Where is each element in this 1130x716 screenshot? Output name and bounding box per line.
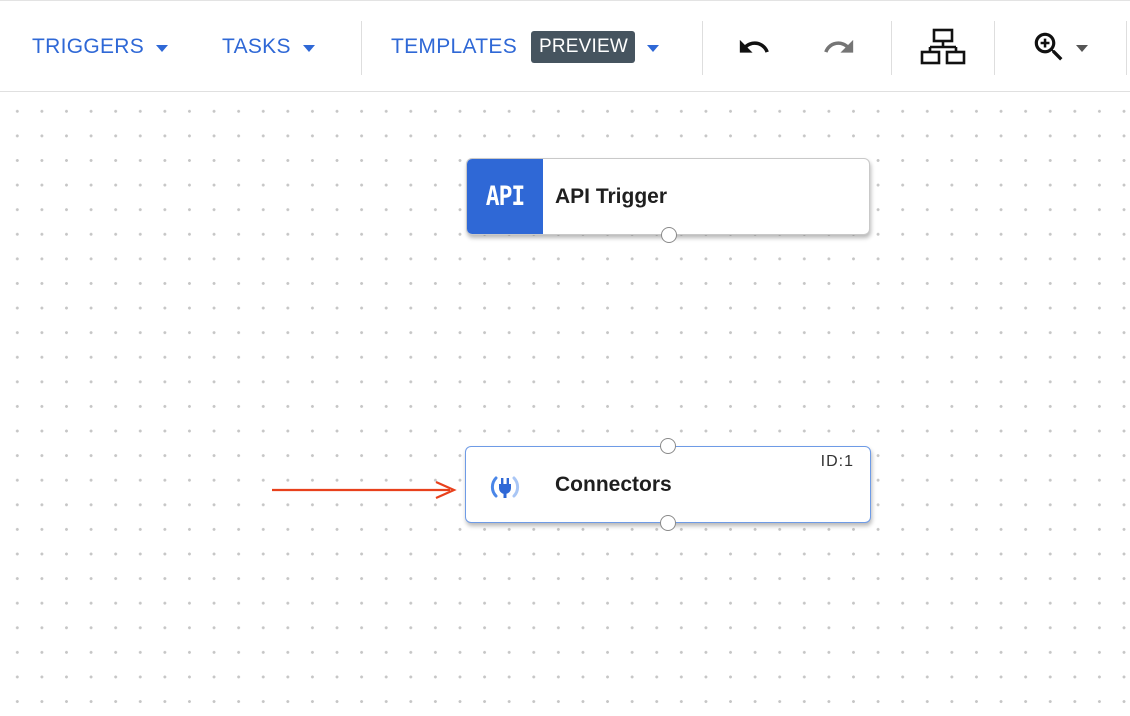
redo-icon xyxy=(824,39,854,53)
node-title: Connectors xyxy=(555,472,672,496)
chevron-down-icon xyxy=(156,44,169,52)
redo-button[interactable] xyxy=(815,1,863,93)
tasks-menu[interactable]: TASKS xyxy=(222,1,315,93)
editor-toolbar: TRIGGERS TASKS TEMPLATES PREVIEW xyxy=(0,0,1130,92)
api-icon: API xyxy=(467,159,543,234)
triggers-label: TRIGGERS xyxy=(32,35,145,58)
templates-label: TEMPLATES xyxy=(391,35,518,58)
undo-icon xyxy=(739,39,769,53)
chevron-down-icon xyxy=(302,44,315,52)
task-id-label: ID:1 xyxy=(820,453,854,470)
connectors-task-node[interactable]: Connectors ID:1 xyxy=(465,438,871,531)
auto-layout-icon xyxy=(920,28,966,65)
preview-badge: PREVIEW xyxy=(531,31,636,63)
node-title: API Trigger xyxy=(555,184,668,208)
integration-canvas[interactable]: API API Trigger Connectors ID:1 xyxy=(0,92,1130,716)
tasks-label: TASKS xyxy=(222,35,291,58)
toolbar-divider xyxy=(1126,21,1127,75)
toolbar-divider xyxy=(361,21,362,75)
plug-icon xyxy=(490,476,520,498)
output-port[interactable] xyxy=(661,227,677,243)
toolbar-divider xyxy=(891,21,892,75)
zoom-menu-button[interactable] xyxy=(1022,1,1096,93)
zoom-in-icon xyxy=(1034,32,1063,61)
chevron-down-icon xyxy=(1076,44,1088,52)
chevron-down-icon xyxy=(647,44,660,52)
templates-menu[interactable]: TEMPLATES PREVIEW xyxy=(391,1,660,93)
api-trigger-node[interactable]: API API Trigger xyxy=(466,158,870,243)
undo-button[interactable] xyxy=(730,1,778,93)
toolbar-divider xyxy=(702,21,703,75)
triggers-menu[interactable]: TRIGGERS xyxy=(32,1,169,93)
toolbar-divider xyxy=(994,21,995,75)
api-badge-label: API xyxy=(485,181,526,212)
annotation-arrow xyxy=(272,480,457,500)
auto-layout-button[interactable] xyxy=(916,1,970,93)
output-port[interactable] xyxy=(660,515,676,531)
